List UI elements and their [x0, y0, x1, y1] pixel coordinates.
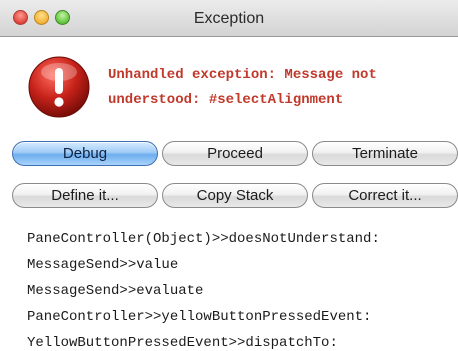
stack-frame[interactable]: MessageSend>>value — [27, 252, 457, 278]
alert-message-line-2: understood: #selectAlignment — [108, 92, 344, 108]
alert-message: Unhandled exception: Message not underst… — [108, 63, 448, 113]
terminate-button[interactable]: Terminate — [312, 141, 458, 166]
exclamation-icon — [28, 56, 90, 118]
window-title: Exception — [193, 10, 265, 27]
title-bar[interactable]: Exception — [0, 0, 458, 37]
exception-window: Exception Unhandled exception: Message n… — [0, 0, 458, 351]
stack-frame[interactable]: PaneController>>yellowButtonPressedEvent… — [27, 304, 457, 330]
copy-stack-button[interactable]: Copy Stack — [162, 183, 308, 208]
stack-frame[interactable]: PaneController(Object)>>doesNotUnderstan… — [27, 226, 457, 252]
alert-message-line-1: Unhandled exception: Message not — [108, 67, 377, 83]
stack-frame[interactable]: MessageSend>>evaluate — [27, 278, 457, 304]
correct-it-button[interactable]: Correct it... — [312, 183, 458, 208]
stack-frame[interactable]: YellowButtonPressedEvent>>dispatchTo: — [27, 330, 457, 351]
stack-trace-list[interactable]: PaneController(Object)>>doesNotUnderstan… — [27, 226, 457, 351]
proceed-button[interactable]: Proceed — [162, 141, 308, 166]
debug-button[interactable]: Debug — [12, 141, 158, 166]
define-it-button[interactable]: Define it... — [12, 183, 158, 208]
